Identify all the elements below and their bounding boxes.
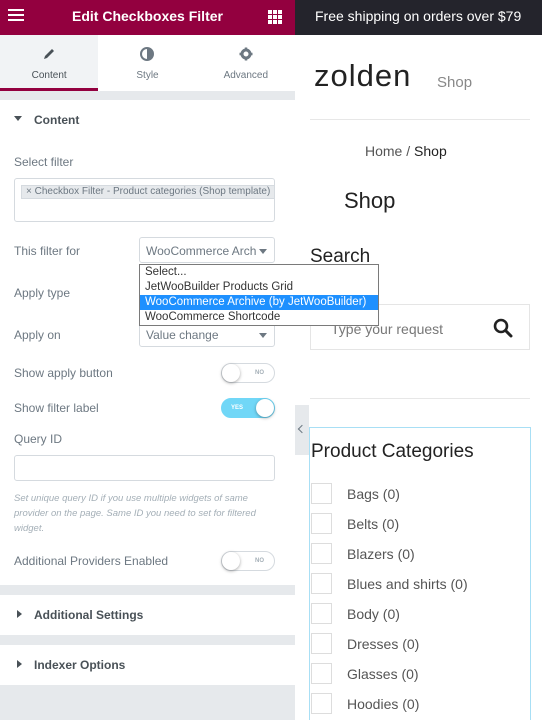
dropdown-option-selected[interactable]: WooCommerce Archive (by JetWooBuilder)	[140, 295, 378, 310]
editor-panel: Edit Checkboxes Filter Content Style Adv…	[0, 0, 295, 720]
dropdown-option[interactable]: JetWooBuilder Products Grid	[140, 280, 378, 295]
apply-on-value: Value change	[146, 328, 219, 342]
product-categories-widget: Product Categories Bags (0) Belts (0) Bl…	[309, 427, 531, 720]
category-checkbox[interactable]	[311, 693, 332, 714]
shipping-banner: Free shipping on orders over $79	[295, 0, 542, 35]
collapse-panel-button[interactable]	[295, 405, 309, 455]
pencil-icon	[0, 47, 98, 63]
tab-content-label: Content	[31, 70, 67, 81]
breadcrumb-home[interactable]: Home	[365, 143, 402, 159]
category-checkbox[interactable]	[311, 603, 332, 624]
section-indexer-title: Indexer Options	[34, 658, 126, 672]
show-filter-label-label: Show filter label	[14, 401, 99, 415]
breadcrumb: Home / Shop	[365, 143, 447, 159]
categories-title: Product Categories	[311, 441, 474, 462]
filter-for-select[interactable]: WooCommerce Archive (by JetWooBuilder)	[139, 237, 275, 263]
contrast-icon	[98, 47, 196, 63]
search-icon[interactable]	[493, 318, 513, 343]
header-divider	[310, 119, 530, 120]
category-label: Glasses (0)	[347, 666, 419, 682]
category-checkbox[interactable]	[311, 513, 332, 534]
tab-advanced-label: Advanced	[223, 70, 269, 81]
category-label: Belts (0)	[347, 516, 400, 532]
select-filter-field[interactable]: × Checkbox Filter - Product categories (…	[14, 178, 275, 222]
filter-chip[interactable]: × Checkbox Filter - Product categories (…	[21, 185, 274, 199]
content-controls: Select filter × Checkbox Filter - Produc…	[0, 140, 295, 585]
breadcrumb-current: Shop	[414, 143, 447, 159]
tab-content[interactable]: Content	[0, 35, 99, 91]
section-content-header[interactable]: Content	[0, 100, 295, 140]
query-id-description: Set unique query ID if you use multiple …	[14, 493, 256, 534]
tab-advanced[interactable]: Advanced	[197, 35, 295, 91]
panel-title: Edit Checkboxes Filter	[72, 8, 223, 24]
dropdown-option[interactable]: WooCommerce Shortcode	[140, 310, 378, 325]
toggle-text: YES	[231, 405, 244, 411]
category-checkbox[interactable]	[311, 543, 332, 564]
site-logo[interactable]: zolden	[314, 58, 411, 94]
apply-on-label: Apply on	[14, 328, 61, 342]
category-checkbox[interactable]	[311, 633, 332, 654]
category-checkbox[interactable]	[311, 663, 332, 684]
show-apply-toggle[interactable]: NO	[221, 363, 275, 383]
gear-icon	[197, 47, 295, 63]
category-checkbox[interactable]	[311, 483, 332, 504]
chevron-down-icon	[259, 333, 267, 338]
query-id-input[interactable]	[14, 455, 275, 481]
category-checkbox[interactable]	[311, 573, 332, 594]
category-label: Dresses (0)	[347, 636, 420, 652]
dropdown-option[interactable]: Select...	[140, 265, 378, 280]
widgets-grid-icon[interactable]	[268, 10, 282, 24]
caret-right-icon	[17, 660, 22, 668]
page-title: Shop	[344, 188, 396, 213]
filter-for-dropdown-list: Select... JetWooBuilder Products Grid Wo…	[139, 264, 379, 326]
tab-style-label: Style	[136, 70, 159, 81]
toggle-knob	[222, 552, 240, 570]
show-filter-label-toggle[interactable]: YES	[221, 398, 275, 418]
panel-header: Edit Checkboxes Filter	[0, 0, 295, 35]
toggle-knob	[222, 364, 240, 382]
select-filter-label: Select filter	[14, 155, 74, 169]
panel-tabs: Content Style Advanced	[0, 35, 295, 91]
category-label: Body (0)	[347, 606, 400, 622]
section-additional-settings[interactable]: Additional Settings	[0, 595, 295, 635]
chevron-down-icon	[259, 249, 267, 254]
apply-type-label: Apply type	[14, 286, 71, 300]
category-label: Blazers (0)	[347, 546, 415, 562]
nav-shop-link[interactable]: Shop	[437, 74, 472, 91]
toggle-text: NO	[255, 558, 264, 564]
category-label: Hoodies (0)	[347, 696, 420, 712]
query-id-label: Query ID	[14, 432, 63, 446]
filter-for-value: WooCommerce Archive (by JetWooBuilder)	[146, 244, 256, 258]
category-label: Bags (0)	[347, 486, 400, 502]
caret-down-icon	[14, 116, 22, 121]
tab-style[interactable]: Style	[98, 35, 196, 91]
filter-for-label: This filter for	[14, 244, 81, 258]
caret-right-icon	[17, 610, 22, 618]
breadcrumb-separator: /	[402, 143, 415, 159]
category-label: Blues and shirts (0)	[347, 576, 468, 592]
providers-label: Additional Providers Enabled	[14, 554, 169, 568]
toggle-text: NO	[255, 370, 264, 376]
providers-toggle[interactable]: NO	[221, 551, 275, 571]
section-indexer-options[interactable]: Indexer Options	[0, 645, 295, 685]
site-preview: Free shipping on orders over $79 zolden …	[295, 0, 542, 720]
section-additional-title: Additional Settings	[34, 608, 144, 622]
sidebar-divider	[310, 398, 530, 399]
section-content-title: Content	[34, 113, 80, 127]
toggle-knob	[256, 399, 274, 417]
chevron-left-icon	[297, 424, 307, 434]
show-apply-label: Show apply button	[14, 366, 113, 380]
